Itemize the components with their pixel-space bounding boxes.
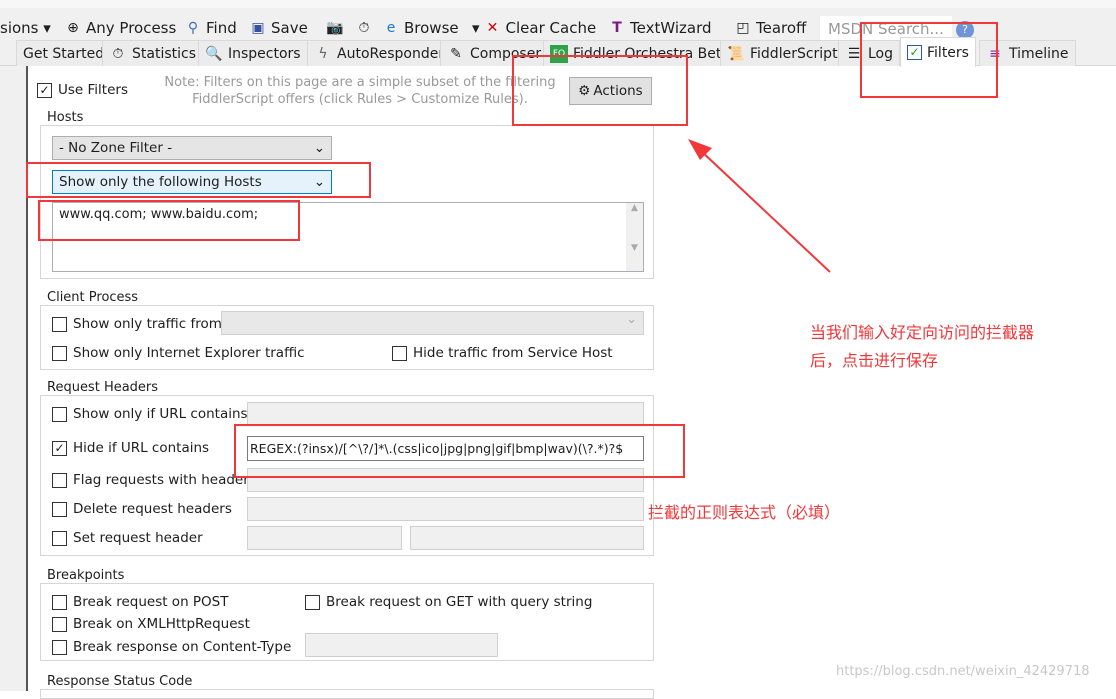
- annotation-text: 拦截的正则表达式（必填）: [648, 503, 841, 522]
- annotation-text: 当我们输入好定向访问的拦截器: [810, 323, 1035, 342]
- annotation-arrow: [688, 139, 831, 273]
- watermark: https://blog.csdn.net/weixin_42429718: [836, 664, 1090, 679]
- annotation-text: 后，点击进行保存: [810, 351, 939, 370]
